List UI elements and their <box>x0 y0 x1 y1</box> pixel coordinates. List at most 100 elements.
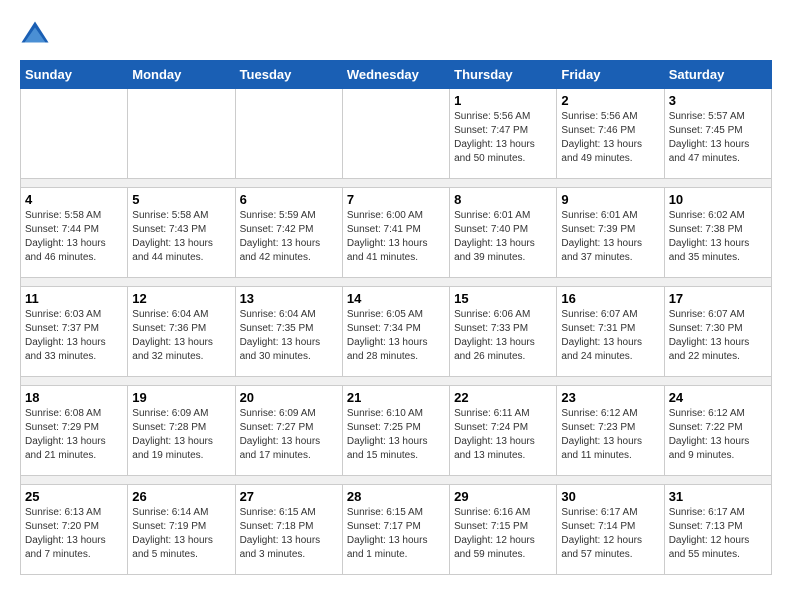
day-number: 21 <box>347 390 445 405</box>
calendar-cell <box>128 89 235 179</box>
day-number: 6 <box>240 192 338 207</box>
calendar-cell: 25 Sunrise: 6:13 AM Sunset: 7:20 PM Dayli… <box>21 485 128 575</box>
calendar-cell: 16Sunrise: 6:07 AM Sunset: 7:31 PM Dayli… <box>557 287 664 377</box>
header-friday: Friday <box>557 61 664 89</box>
calendar-week-row: 11 Sunrise: 6:03 AM Sunset: 7:37 PM Dayli… <box>21 287 772 377</box>
header-thursday: Thursday <box>450 61 557 89</box>
day-number: 7 <box>347 192 445 207</box>
day-info: Sunrise: 6:12 AM Sunset: 7:22 PM Dayligh… <box>669 407 767 463</box>
day-number: 22 <box>454 390 552 405</box>
calendar-cell: 14Sunrise: 6:05 AM Sunset: 7:34 PM Dayli… <box>342 287 449 377</box>
day-number: 9 <box>561 192 659 207</box>
calendar-cell: 8Sunrise: 6:01 AM Sunset: 7:40 PM Daylig… <box>450 188 557 278</box>
header-monday: Monday <box>128 61 235 89</box>
day-number: 25 <box>25 489 123 504</box>
day-info: Sunrise: 6:04 AM Sunset: 7:35 PM Dayligh… <box>240 308 338 364</box>
calendar-cell: 17 Sunrise: 6:07 AM Sunset: 7:30 PM Dayli… <box>664 287 771 377</box>
calendar-cell: 6 Sunrise: 5:59 AM Sunset: 7:42 PM Daylig… <box>235 188 342 278</box>
day-info: Sunrise: 6:08 AM Sunset: 7:29 PM Dayligh… <box>25 407 123 463</box>
calendar-cell: 5 Sunrise: 5:58 AM Sunset: 7:43 PM Daylig… <box>128 188 235 278</box>
calendar-cell <box>235 89 342 179</box>
day-number: 28 <box>347 489 445 504</box>
day-info: Sunrise: 6:16 AM Sunset: 7:15 PM Dayligh… <box>454 506 552 562</box>
calendar-cell: 12 Sunrise: 6:04 AM Sunset: 7:36 PM Dayli… <box>128 287 235 377</box>
calendar-cell: 19 Sunrise: 6:09 AM Sunset: 7:28 PM Dayli… <box>128 386 235 476</box>
day-number: 14 <box>347 291 445 306</box>
calendar-cell: 7 Sunrise: 6:00 AM Sunset: 7:41 PM Daylig… <box>342 188 449 278</box>
calendar-table: SundayMondayTuesdayWednesdayThursdayFrid… <box>20 60 772 575</box>
calendar-cell: 2 Sunrise: 5:56 AM Sunset: 7:46 PM Daylig… <box>557 89 664 179</box>
calendar-cell: 18 Sunrise: 6:08 AM Sunset: 7:29 PM Dayli… <box>21 386 128 476</box>
calendar-cell: 22Sunrise: 6:11 AM Sunset: 7:24 PM Dayli… <box>450 386 557 476</box>
day-number: 5 <box>132 192 230 207</box>
calendar-cell: 4Sunrise: 5:58 AM Sunset: 7:44 PM Daylig… <box>21 188 128 278</box>
separator-row <box>21 179 772 188</box>
day-info: Sunrise: 6:01 AM Sunset: 7:40 PM Dayligh… <box>454 209 552 265</box>
calendar-cell <box>21 89 128 179</box>
day-info: Sunrise: 6:09 AM Sunset: 7:27 PM Dayligh… <box>240 407 338 463</box>
logo <box>20 20 54 50</box>
day-number: 30 <box>561 489 659 504</box>
day-info: Sunrise: 5:56 AM Sunset: 7:46 PM Dayligh… <box>561 110 659 166</box>
header-sunday: Sunday <box>21 61 128 89</box>
separator-row <box>21 476 772 485</box>
day-info: Sunrise: 6:13 AM Sunset: 7:20 PM Dayligh… <box>25 506 123 562</box>
day-number: 29 <box>454 489 552 504</box>
calendar-cell: 27Sunrise: 6:15 AM Sunset: 7:18 PM Dayli… <box>235 485 342 575</box>
day-info: Sunrise: 6:15 AM Sunset: 7:17 PM Dayligh… <box>347 506 445 562</box>
calendar-cell: 9 Sunrise: 6:01 AM Sunset: 7:39 PM Daylig… <box>557 188 664 278</box>
day-number: 23 <box>561 390 659 405</box>
day-number: 4 <box>25 192 123 207</box>
calendar-cell: 31Sunrise: 6:17 AM Sunset: 7:13 PM Dayli… <box>664 485 771 575</box>
calendar-week-row: 4Sunrise: 5:58 AM Sunset: 7:44 PM Daylig… <box>21 188 772 278</box>
day-number: 11 <box>25 291 123 306</box>
calendar-week-row: 18 Sunrise: 6:08 AM Sunset: 7:29 PM Dayli… <box>21 386 772 476</box>
day-info: Sunrise: 6:14 AM Sunset: 7:19 PM Dayligh… <box>132 506 230 562</box>
calendar-cell: 1Sunrise: 5:56 AM Sunset: 7:47 PM Daylig… <box>450 89 557 179</box>
calendar-week-row: 1Sunrise: 5:56 AM Sunset: 7:47 PM Daylig… <box>21 89 772 179</box>
header-wednesday: Wednesday <box>342 61 449 89</box>
day-number: 2 <box>561 93 659 108</box>
day-number: 3 <box>669 93 767 108</box>
calendar-cell: 15 Sunrise: 6:06 AM Sunset: 7:33 PM Dayli… <box>450 287 557 377</box>
day-number: 10 <box>669 192 767 207</box>
calendar-cell <box>342 89 449 179</box>
logo-icon <box>20 20 50 50</box>
calendar-week-row: 25 Sunrise: 6:13 AM Sunset: 7:20 PM Dayli… <box>21 485 772 575</box>
day-info: Sunrise: 6:17 AM Sunset: 7:14 PM Dayligh… <box>561 506 659 562</box>
page-header <box>20 20 772 50</box>
day-info: Sunrise: 6:01 AM Sunset: 7:39 PM Dayligh… <box>561 209 659 265</box>
day-number: 1 <box>454 93 552 108</box>
calendar-cell: 26 Sunrise: 6:14 AM Sunset: 7:19 PM Dayli… <box>128 485 235 575</box>
separator-row <box>21 278 772 287</box>
day-number: 27 <box>240 489 338 504</box>
day-number: 19 <box>132 390 230 405</box>
day-info: Sunrise: 6:04 AM Sunset: 7:36 PM Dayligh… <box>132 308 230 364</box>
day-number: 26 <box>132 489 230 504</box>
day-info: Sunrise: 5:59 AM Sunset: 7:42 PM Dayligh… <box>240 209 338 265</box>
calendar-cell: 29 Sunrise: 6:16 AM Sunset: 7:15 PM Dayli… <box>450 485 557 575</box>
day-info: Sunrise: 5:58 AM Sunset: 7:43 PM Dayligh… <box>132 209 230 265</box>
calendar-cell: 3Sunrise: 5:57 AM Sunset: 7:45 PM Daylig… <box>664 89 771 179</box>
calendar-cell: 13 Sunrise: 6:04 AM Sunset: 7:35 PM Dayli… <box>235 287 342 377</box>
day-number: 18 <box>25 390 123 405</box>
day-info: Sunrise: 6:07 AM Sunset: 7:30 PM Dayligh… <box>669 308 767 364</box>
day-number: 31 <box>669 489 767 504</box>
day-info: Sunrise: 6:12 AM Sunset: 7:23 PM Dayligh… <box>561 407 659 463</box>
day-number: 17 <box>669 291 767 306</box>
header-tuesday: Tuesday <box>235 61 342 89</box>
calendar-cell: 21Sunrise: 6:10 AM Sunset: 7:25 PM Dayli… <box>342 386 449 476</box>
calendar-cell: 30 Sunrise: 6:17 AM Sunset: 7:14 PM Dayli… <box>557 485 664 575</box>
calendar-cell: 23 Sunrise: 6:12 AM Sunset: 7:23 PM Dayli… <box>557 386 664 476</box>
day-info: Sunrise: 6:09 AM Sunset: 7:28 PM Dayligh… <box>132 407 230 463</box>
day-info: Sunrise: 6:03 AM Sunset: 7:37 PM Dayligh… <box>25 308 123 364</box>
day-number: 12 <box>132 291 230 306</box>
calendar-cell: 28 Sunrise: 6:15 AM Sunset: 7:17 PM Dayli… <box>342 485 449 575</box>
day-number: 13 <box>240 291 338 306</box>
day-info: Sunrise: 6:00 AM Sunset: 7:41 PM Dayligh… <box>347 209 445 265</box>
calendar-cell: 24Sunrise: 6:12 AM Sunset: 7:22 PM Dayli… <box>664 386 771 476</box>
calendar-cell: 20Sunrise: 6:09 AM Sunset: 7:27 PM Dayli… <box>235 386 342 476</box>
day-info: Sunrise: 6:06 AM Sunset: 7:33 PM Dayligh… <box>454 308 552 364</box>
header-saturday: Saturday <box>664 61 771 89</box>
day-number: 15 <box>454 291 552 306</box>
